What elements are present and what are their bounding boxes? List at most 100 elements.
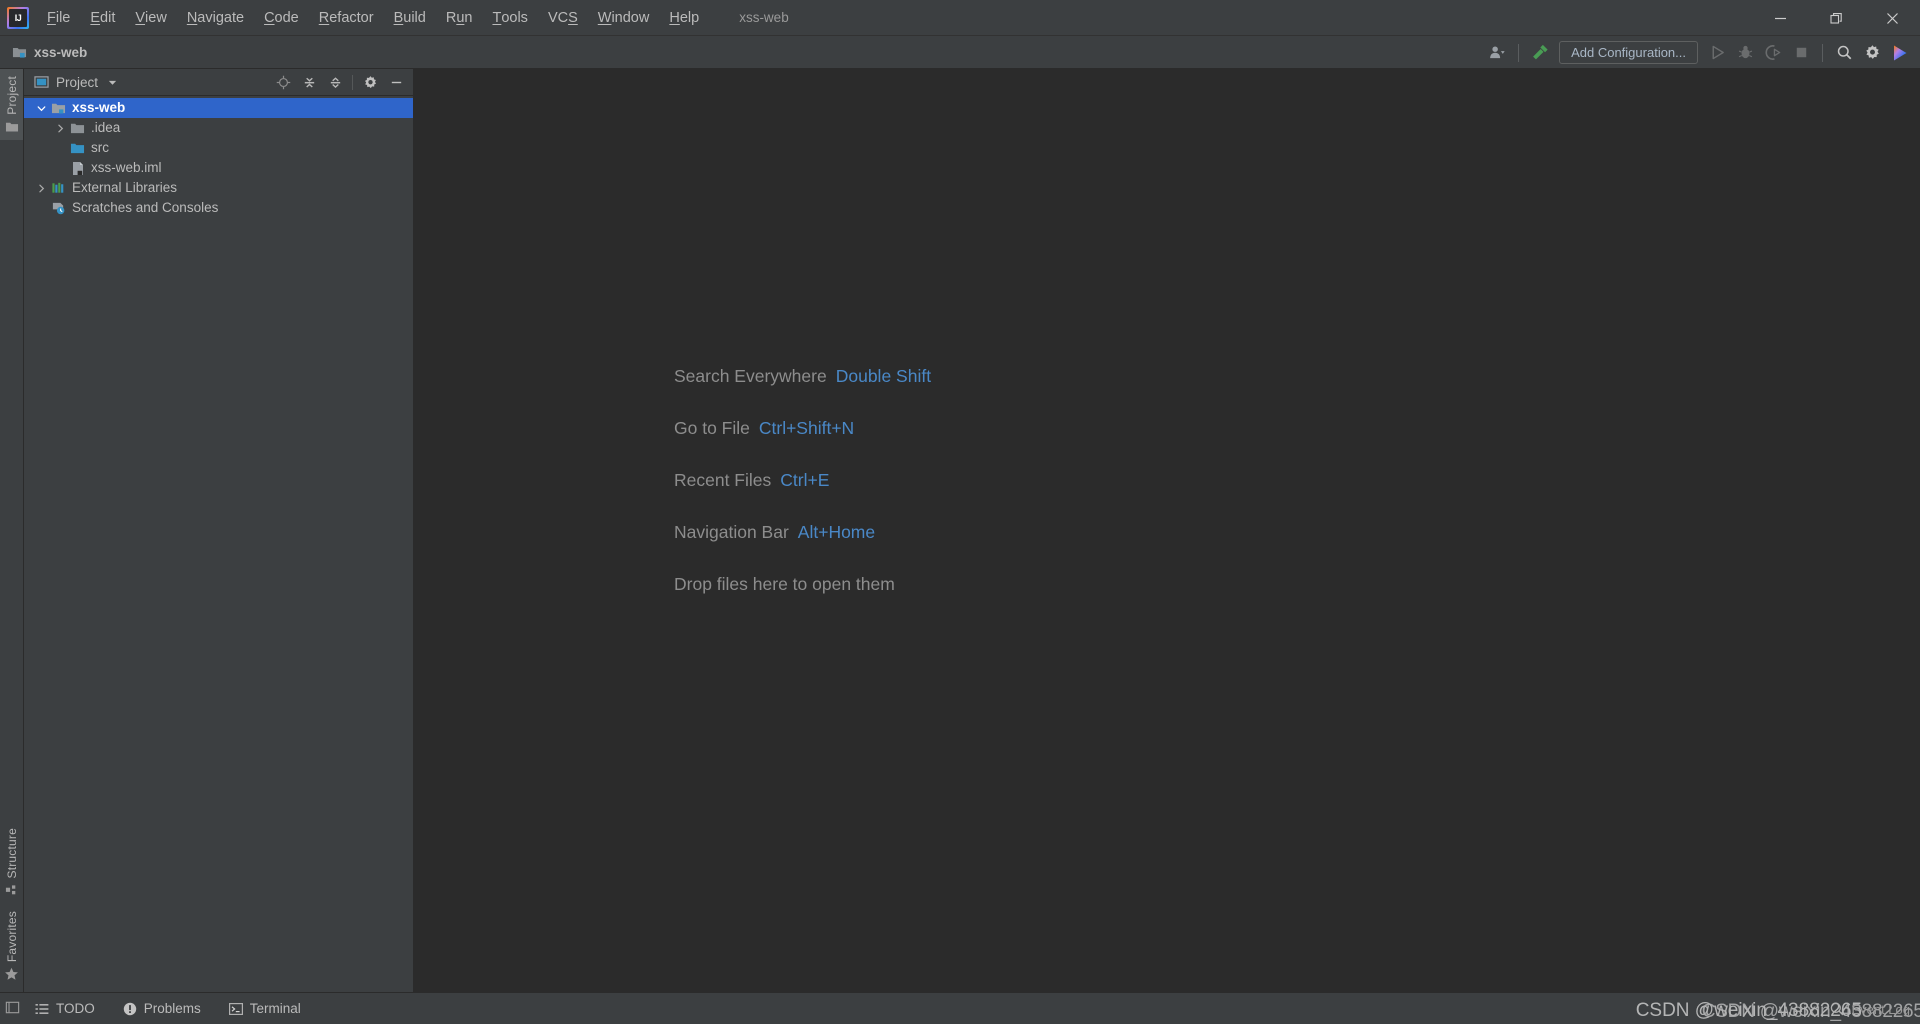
structure-tool-window-icon [5, 885, 16, 895]
rail-bottom-group: Structure Favorites [0, 821, 23, 992]
debug-bug-icon [1738, 45, 1752, 59]
status-bar-item-todo[interactable]: TODO [32, 999, 98, 1018]
menu-item-window[interactable]: Window [588, 0, 660, 35]
workspace: Project Structure Favorites Project xss-… [0, 69, 1920, 992]
settings-gear-icon [1865, 45, 1879, 59]
collapse-all-icon [330, 77, 340, 88]
project-panel-header: Project [24, 69, 413, 96]
stop-button[interactable] [1787, 40, 1815, 66]
tree-row[interactable]: External Libraries [24, 178, 413, 198]
toggle-layout-button[interactable] [4, 999, 21, 1021]
breadcrumb-label: xss-web [34, 44, 88, 60]
menu-item-help[interactable]: Help [659, 0, 709, 35]
debug-button[interactable] [1731, 40, 1759, 66]
close-button[interactable] [1864, 0, 1920, 36]
project-folder-icon [12, 47, 27, 58]
hint-shortcut: Ctrl+Shift+N [758, 418, 855, 438]
restore-icon [1829, 12, 1842, 24]
hide-panel-icon [391, 81, 401, 84]
hint-action: Go to File [674, 418, 750, 438]
chevron-down-icon[interactable] [107, 77, 118, 88]
add-configuration-button[interactable]: Add Configuration... [1559, 41, 1698, 64]
menu-item-view[interactable]: View [125, 0, 176, 35]
intellij-idea-logo [7, 6, 29, 29]
settings-button[interactable] [1858, 40, 1886, 66]
tree-row-label: Scratches and Consoles [72, 200, 219, 216]
menu-item-vcs[interactable]: VC S [538, 0, 588, 35]
project-tree[interactable]: xss-web .idea src xss-web.iml External Libra… [24, 96, 413, 992]
ide-assistant-button[interactable] [1886, 40, 1914, 66]
shortcut-hint: Drop files here to open them [674, 574, 931, 595]
hint-action: Drop files here to open them [674, 574, 895, 594]
shortcut-hints: Search Everywhere Double Shift Go to File C… [674, 366, 931, 626]
tree-twisty-expanded-icon[interactable] [32, 103, 50, 114]
hide-panel-button[interactable] [383, 72, 409, 94]
run-with-coverage-button[interactable] [1759, 40, 1787, 66]
toggle-layout-icon [5, 1001, 20, 1014]
breadcrumb[interactable]: xss-web [12, 45, 87, 60]
event-log-button[interactable]: Event Log [1851, 1002, 1910, 1017]
build-project-button[interactable] [1526, 40, 1554, 66]
tree-row[interactable]: src [24, 138, 413, 158]
tree-twisty-collapsed-icon[interactable] [51, 123, 69, 134]
menu-item-edit[interactable]: Edit [80, 0, 125, 35]
menu-bar: File Edit View Navigate Code Refactor Build Ru n… [37, 0, 709, 35]
menu-item-build[interactable]: Build [384, 0, 436, 35]
title-bar: FileEditViewNavigateCodeRefactorBuildRun… [0, 0, 1920, 36]
menu-item-navigate[interactable]: Navigate [177, 0, 254, 35]
sidebar-item-structure[interactable]: Structure [0, 821, 23, 904]
tree-row-label: xss-web [72, 100, 126, 116]
hint-shortcut: Alt+Home [797, 522, 876, 542]
shortcut-hint: Navigation Bar Alt+Home [674, 522, 931, 543]
ide-assistant-icon [1894, 45, 1907, 60]
status-bar-item-problems[interactable]: Problems [120, 999, 204, 1018]
status-bar-item-label: TODO [56, 1001, 95, 1016]
sidebar-item-project[interactable]: Project [0, 69, 23, 140]
minimize-icon [1774, 17, 1786, 19]
settings-gear-icon [364, 76, 376, 89]
status-bar-item-terminal[interactable]: Terminal [226, 999, 304, 1018]
close-icon [1886, 12, 1898, 24]
search-icon [1837, 45, 1851, 60]
status-bar-item-label: Terminal [249, 1001, 301, 1016]
menu-item-run[interactable]: Run [436, 0, 483, 35]
hint-action: Search Everywhere [674, 366, 827, 386]
tree-row[interactable]: xss-web.iml [24, 158, 413, 178]
tree-row[interactable]: .idea [24, 118, 413, 138]
menu-item-tools[interactable]: Tools [482, 0, 537, 35]
main-toolbar: xss-web Add Configuration... [0, 36, 1920, 69]
tree-row-label: .idea [91, 120, 121, 136]
run-button[interactable] [1703, 40, 1731, 66]
watermark-line-1: CSDN @weixin_43882265 [1635, 1000, 1862, 1021]
tree-row[interactable]: xss-web [24, 98, 413, 118]
rail-label-project: Project [4, 76, 19, 115]
toolbar-actions: Add Configuration... [1483, 36, 1914, 69]
problems-warning-icon [123, 1002, 137, 1016]
folder-icon [69, 121, 86, 135]
user-account-button[interactable] [1483, 40, 1511, 66]
collapse-all-button[interactable] [322, 72, 348, 94]
search-everywhere-button[interactable] [1830, 40, 1858, 66]
project-settings-button[interactable] [357, 72, 383, 94]
restore-button[interactable] [1808, 0, 1864, 36]
search-icon[interactable] [1829, 1001, 1845, 1017]
scratches-consoles-icon [50, 201, 67, 215]
build-hammer-icon [1532, 44, 1548, 60]
tree-row[interactable]: Scratches and Consoles [24, 198, 413, 218]
scroll-from-source-icon [276, 75, 290, 90]
panel-toolbar-divider [352, 75, 353, 90]
expand-all-button[interactable] [296, 72, 322, 94]
minimize-button[interactable] [1752, 0, 1808, 36]
scroll-from-source-button[interactable] [270, 72, 296, 94]
window-controls [1752, 0, 1920, 36]
sidebar-item-favorites[interactable]: Favorites [0, 904, 23, 988]
toolbar-divider-2 [1822, 43, 1823, 62]
menu-item-code[interactable]: Code [254, 0, 309, 35]
iml-module-file-icon [69, 161, 86, 176]
rail-top-group: Project [0, 69, 23, 140]
menu-item-refactor[interactable]: Refactor [309, 0, 384, 35]
tree-twisty-collapsed-icon[interactable] [32, 183, 50, 194]
run-play-icon [1712, 45, 1724, 60]
shortcut-hint: Search Everywhere Double Shift [674, 366, 931, 387]
menu-item-file[interactable]: File [37, 0, 80, 35]
